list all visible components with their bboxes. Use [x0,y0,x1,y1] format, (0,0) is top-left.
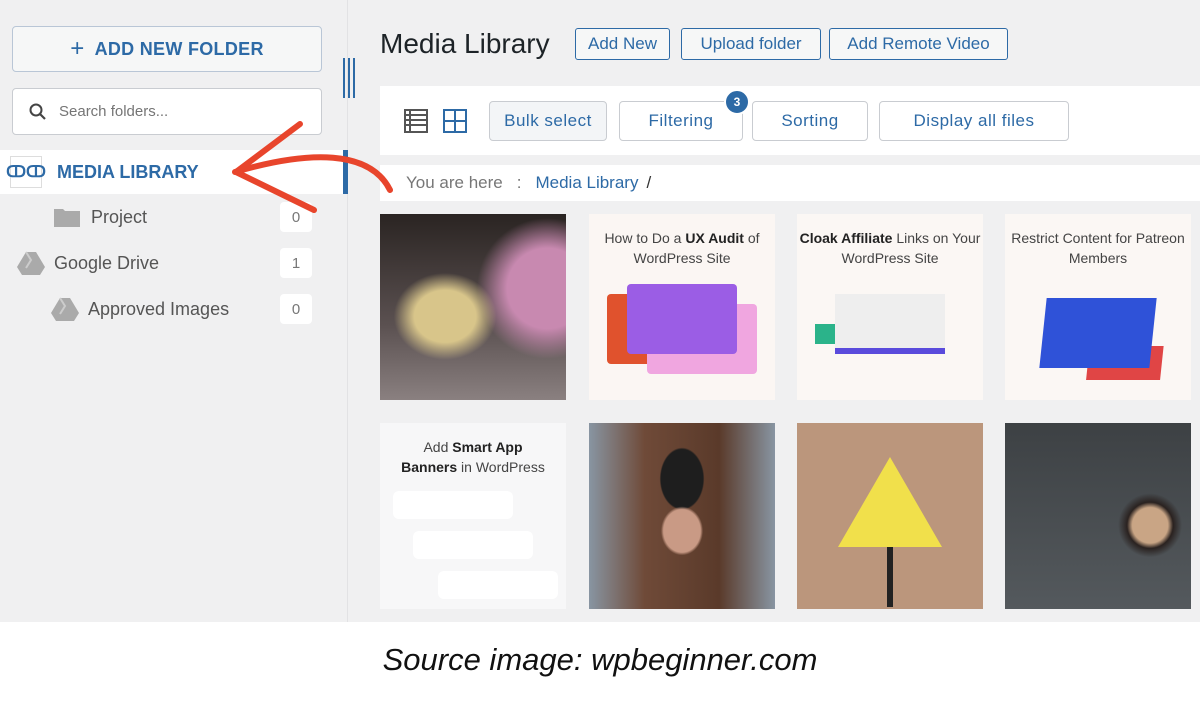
source-caption: Source image: wpbeginner.com [382,642,818,677]
annotation-arrow [232,121,393,213]
